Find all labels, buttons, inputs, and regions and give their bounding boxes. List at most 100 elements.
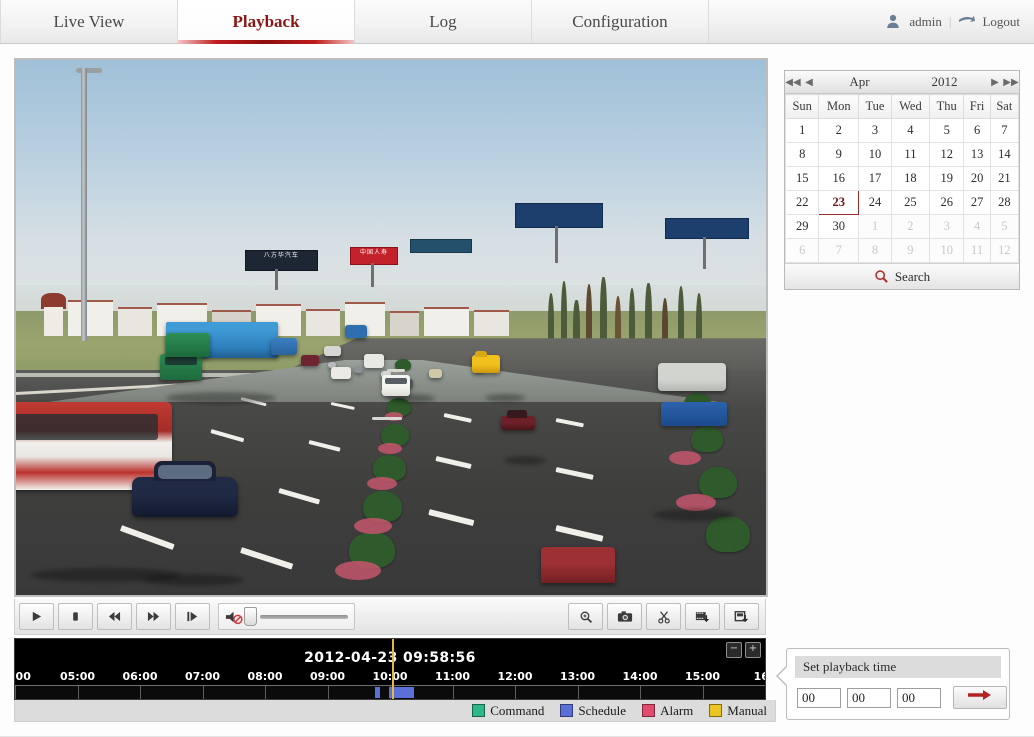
calendar-day-cell[interactable]: 30: [818, 214, 860, 239]
calendar-day-cell[interactable]: 9: [890, 238, 931, 263]
nav-tabs: Live View Playback Log Configuration: [0, 0, 709, 44]
calendar-day-cell[interactable]: 13: [963, 142, 991, 167]
next-year-button[interactable]: ▶▶: [1003, 77, 1019, 88]
billboard-overhead-gantry: [409, 239, 472, 253]
calendar-day-cell[interactable]: 3: [858, 118, 892, 143]
calendar-day-cell[interactable]: 10: [928, 238, 965, 263]
vehicle-far-4: [353, 367, 363, 374]
calendar-day-cell[interactable]: 24: [858, 190, 892, 215]
timeline-gridline: [140, 686, 141, 699]
download-button[interactable]: [724, 603, 759, 630]
timeline-zoom-out-button[interactable]: −: [726, 642, 742, 658]
calendar-day-cell[interactable]: 28: [989, 190, 1020, 215]
calendar-day-cell[interactable]: 9: [818, 142, 860, 167]
digital-zoom-button[interactable]: [568, 603, 603, 630]
timeline-gridline: [77, 686, 79, 699]
calendar-day-cell[interactable]: 1: [784, 118, 820, 143]
calendar-day-cell[interactable]: 1: [858, 214, 892, 239]
calendar-day-cell[interactable]: 21: [989, 166, 1020, 191]
calendar-day-cell[interactable]: 16: [818, 166, 860, 191]
play-button[interactable]: [19, 603, 54, 630]
tab-configuration[interactable]: Configuration: [532, 0, 709, 43]
recording-type-legend: Command Schedule Alarm Manual: [14, 700, 776, 722]
calendar-day-cell[interactable]: 2: [890, 214, 931, 239]
calendar-day-rows: 1 2 3 4 5 6 7 8 9 10 11 12 13 14 15 16 17 18 19 20 21 22 23 24 2…: [784, 118, 1020, 263]
video-frame[interactable]: 八方华汽车 中国人寿: [14, 58, 768, 597]
logout-button[interactable]: Logout: [982, 14, 1020, 30]
vehicle-white-car-1: [331, 367, 351, 380]
light-pole: [80, 68, 87, 341]
timeline-gridline: [15, 686, 16, 699]
calendar-day-cell[interactable]: 5: [928, 118, 965, 143]
calendar-day-cell[interactable]: 4: [963, 214, 991, 239]
calendar-day-cell[interactable]: 23: [818, 190, 860, 215]
calendar-day-cell[interactable]: 3: [928, 214, 965, 239]
calendar-day-cell[interactable]: 11: [890, 142, 931, 167]
calendar-weekday: Thu: [928, 94, 965, 119]
calendar-day-cell[interactable]: 29: [784, 214, 820, 239]
calendar-day-cell[interactable]: 6: [784, 238, 820, 263]
next-month-button[interactable]: ▶: [987, 77, 1003, 88]
calendar-day-cell[interactable]: 25: [890, 190, 931, 215]
calendar-day-cell[interactable]: 10: [858, 142, 892, 167]
start-clip-button[interactable]: [646, 603, 681, 630]
calendar-day-cell[interactable]: 8: [784, 142, 820, 167]
calendar-day-cell[interactable]: 4: [890, 118, 931, 143]
legend-item: Manual: [709, 703, 767, 719]
calendar-weekday: Tue: [858, 94, 892, 119]
tab-live-view[interactable]: Live View: [0, 0, 178, 43]
tab-playback[interactable]: Playback: [178, 0, 355, 44]
calendar-year-label[interactable]: 2012: [902, 74, 987, 90]
rewind-button[interactable]: [97, 603, 132, 630]
playback-minute-input[interactable]: [847, 687, 891, 708]
calendar-day-cell[interactable]: 5: [989, 214, 1020, 239]
calendar-month-label[interactable]: Apr: [817, 74, 902, 90]
calendar-day-cell[interactable]: 15: [784, 166, 820, 191]
calendar-day-cell[interactable]: 8: [858, 238, 892, 263]
volume-slider-track[interactable]: [260, 614, 348, 619]
calendar-day-cell[interactable]: 2: [818, 118, 860, 143]
volume-slider-knob[interactable]: [244, 607, 257, 626]
prev-year-button[interactable]: ◀◀: [785, 77, 801, 88]
calendar-day-cell[interactable]: 27: [963, 190, 991, 215]
timeline-track[interactable]: [15, 685, 765, 699]
go-to-time-button[interactable]: [953, 686, 1007, 709]
calendar-day-cell[interactable]: 7: [818, 238, 860, 263]
stop-button[interactable]: [58, 603, 93, 630]
toolbar-right-buttons: [564, 603, 759, 630]
timeline-record-segment[interactable]: [375, 687, 381, 698]
calendar-day-cell[interactable]: 22: [784, 190, 820, 215]
billboard-center-text: 八方华汽车: [263, 253, 299, 260]
calendar-day-cell[interactable]: 20: [963, 166, 991, 191]
calendar-day-cell[interactable]: 19: [928, 166, 965, 191]
speaker-mute-icon[interactable]: [225, 609, 244, 625]
calendar-day-cell[interactable]: 12: [928, 142, 965, 167]
capture-button[interactable]: [607, 603, 642, 630]
timeline-playhead[interactable]: [391, 639, 394, 699]
calendar-day-cell[interactable]: 11: [963, 238, 991, 263]
vehicle-blue-tarp-truck-body: [661, 402, 727, 427]
timeline[interactable]: 2012-04-23 09:58:56 − + 4:00 05:00 06:00 07…: [14, 638, 766, 700]
volume-control[interactable]: [218, 603, 355, 630]
single-frame-button[interactable]: [175, 603, 210, 630]
video-stream: 八方华汽车 中国人寿: [16, 60, 766, 595]
calendar-day-cell[interactable]: 26: [928, 190, 965, 215]
search-button[interactable]: Search: [785, 263, 1019, 289]
calendar-day-cell[interactable]: 17: [858, 166, 892, 191]
timeline-zoom-in-button[interactable]: +: [745, 642, 761, 658]
calendar-week-row: 15 16 17 18 19 20 21: [784, 166, 1020, 191]
timeline-gridline: [765, 686, 766, 699]
playback-second-input[interactable]: [897, 687, 941, 708]
playback-hour-input[interactable]: [797, 687, 841, 708]
calendar-day-cell[interactable]: 18: [890, 166, 931, 191]
timeline-tick: 07:00: [184, 670, 221, 683]
fast-forward-button[interactable]: [136, 603, 171, 630]
calendar-day-cell[interactable]: 12: [989, 238, 1020, 263]
calendar-day-cell[interactable]: 14: [989, 142, 1020, 167]
calendar-day-cell[interactable]: 6: [963, 118, 991, 143]
download-video-button[interactable]: [685, 603, 720, 630]
prev-month-button[interactable]: ◀: [801, 77, 817, 88]
date-picker-calendar: ◀◀ ◀ Apr 2012 ▶ ▶▶ Sun Mon Tue Wed Thu Fri Sat…: [784, 70, 1020, 290]
tab-log[interactable]: Log: [355, 0, 532, 43]
calendar-day-cell[interactable]: 7: [989, 118, 1020, 143]
